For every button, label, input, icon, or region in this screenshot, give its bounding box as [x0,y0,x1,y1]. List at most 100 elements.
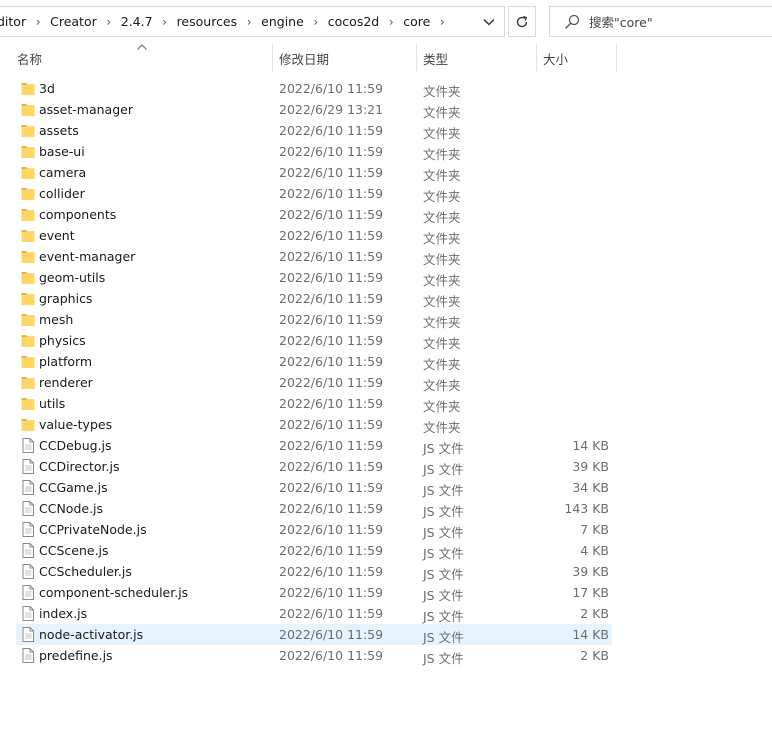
file-date: 2022/6/10 11:59 [279,270,384,285]
file-name: event-manager [39,249,136,264]
file-date: 2022/6/10 11:59 [279,417,384,432]
file-icon [21,585,35,600]
breadcrumb-item-version[interactable]: 2.4.7 [120,14,154,29]
search-input[interactable]: 搜索"core" [549,6,772,37]
file-date: 2022/6/10 11:59 [279,543,384,558]
file-row[interactable]: CCDebug.js 2022/6/10 11:59 JS 文件 14 KB [16,435,612,456]
column-divider[interactable] [416,44,417,72]
folder-row[interactable]: components 2022/6/10 11:59 文件夹 [16,204,612,225]
file-size: 2 KB [580,606,609,621]
refresh-icon [516,15,528,27]
breadcrumb-separator-icon[interactable]: › [27,15,49,29]
folder-row[interactable]: physics 2022/6/10 11:59 文件夹 [16,330,612,351]
folder-icon [21,291,35,306]
file-size: 39 KB [572,564,609,579]
file-date: 2022/6/10 11:59 [279,354,384,369]
breadcrumb-separator-icon[interactable]: › [431,15,453,29]
file-row[interactable]: component-scheduler.js 2022/6/10 11:59 JS … [16,582,612,603]
file-date: 2022/6/10 11:59 [279,228,384,243]
folder-row[interactable]: asset-manager 2022/6/29 13:21 文件夹 [16,99,612,120]
folder-row[interactable]: graphics 2022/6/10 11:59 文件夹 [16,288,612,309]
refresh-button[interactable] [508,6,536,37]
file-date: 2022/6/10 11:59 [279,606,384,621]
chevron-down-icon [483,18,495,25]
file-name: base-ui [39,144,85,159]
folder-row[interactable]: camera 2022/6/10 11:59 文件夹 [16,162,612,183]
file-icon [21,501,35,516]
file-size: 17 KB [572,585,609,600]
file-icon [21,648,35,663]
file-date: 2022/6/29 13:21 [279,102,384,117]
file-name: collider [39,186,85,201]
file-type: JS 文件 [423,546,464,561]
file-row[interactable]: CCGame.js 2022/6/10 11:59 JS 文件 34 KB [16,477,612,498]
folder-icon [21,228,35,243]
file-name: physics [39,333,86,348]
folder-icon [21,417,35,432]
folder-icon [21,249,35,264]
file-name: index.js [39,606,88,621]
folder-row[interactable]: renderer 2022/6/10 11:59 文件夹 [16,372,612,393]
column-header-date[interactable]: 修改日期 [279,44,329,72]
file-type: 文件夹 [423,147,461,162]
folder-row[interactable]: event 2022/6/10 11:59 文件夹 [16,225,612,246]
file-type: JS 文件 [423,588,464,603]
breadcrumb-item-resources[interactable]: resources [176,14,239,29]
folder-row[interactable]: base-ui 2022/6/10 11:59 文件夹 [16,141,612,162]
file-date: 2022/6/10 11:59 [279,438,384,453]
file-type: 文件夹 [423,105,461,120]
folder-row[interactable]: assets 2022/6/10 11:59 文件夹 [16,120,612,141]
file-date: 2022/6/10 11:59 [279,648,384,663]
file-size: 14 KB [572,438,609,453]
file-name: CCGame.js [39,480,108,495]
breadcrumb-separator-icon[interactable]: › [238,15,260,29]
file-type: 文件夹 [423,336,461,351]
breadcrumb-separator-icon[interactable]: › [380,15,402,29]
folder-row[interactable]: 3d 2022/6/10 11:59 文件夹 [16,78,612,99]
breadcrumb-item-cocos2d[interactable]: cocos2d [327,14,380,29]
folder-row[interactable]: collider 2022/6/10 11:59 文件夹 [16,183,612,204]
folder-row[interactable]: event-manager 2022/6/10 11:59 文件夹 [16,246,612,267]
breadcrumb-separator-icon[interactable]: › [98,15,120,29]
address-history-button[interactable] [474,7,504,36]
file-icon [21,438,35,453]
breadcrumb-separator-icon[interactable]: › [305,15,327,29]
address-bar[interactable]: ditor › Creator › 2.4.7 › resources › en… [0,6,505,37]
file-row[interactable]: CCPrivateNode.js 2022/6/10 11:59 JS 文件 7 KB [16,519,612,540]
file-type: 文件夹 [423,315,461,330]
folder-row[interactable]: platform 2022/6/10 11:59 文件夹 [16,351,612,372]
file-date: 2022/6/10 11:59 [279,81,384,96]
column-divider[interactable] [536,44,537,72]
file-size: 7 KB [580,522,609,537]
column-divider[interactable] [616,44,617,72]
file-row[interactable]: CCDirector.js 2022/6/10 11:59 JS 文件 39 KB [16,456,612,477]
column-divider[interactable] [272,44,273,72]
file-name: mesh [39,312,74,327]
file-row[interactable]: CCNode.js 2022/6/10 11:59 JS 文件 143 KB [16,498,612,519]
file-type: 文件夹 [423,210,461,225]
file-row[interactable]: predefine.js 2022/6/10 11:59 JS 文件 2 KB [16,645,612,666]
file-date: 2022/6/10 11:59 [279,186,384,201]
column-header-type[interactable]: 类型 [423,44,448,72]
file-row[interactable]: node-activator.js 2022/6/10 11:59 JS 文件 14 … [16,624,612,645]
folder-row[interactable]: utils 2022/6/10 11:59 文件夹 [16,393,612,414]
breadcrumb-item-core[interactable]: core [402,14,431,29]
file-type: JS 文件 [423,651,464,666]
file-icon [21,627,35,642]
file-date: 2022/6/10 11:59 [279,375,384,390]
column-header-name[interactable]: 名称 [17,44,42,72]
breadcrumb-separator-icon[interactable]: › [154,15,176,29]
file-date: 2022/6/10 11:59 [279,123,384,138]
file-name: utils [39,396,66,411]
breadcrumb-item-creator[interactable]: Creator [49,14,98,29]
column-header-size[interactable]: 大小 [543,44,568,72]
file-row[interactable]: index.js 2022/6/10 11:59 JS 文件 2 KB [16,603,612,624]
folder-row[interactable]: value-types 2022/6/10 11:59 文件夹 [16,414,612,435]
breadcrumb-item-engine[interactable]: engine [260,14,305,29]
folder-row[interactable]: mesh 2022/6/10 11:59 文件夹 [16,309,612,330]
file-row[interactable]: CCScene.js 2022/6/10 11:59 JS 文件 4 KB [16,540,612,561]
folder-row[interactable]: geom-utils 2022/6/10 11:59 文件夹 [16,267,612,288]
file-type: 文件夹 [423,357,461,372]
breadcrumb-item-editor[interactable]: ditor [0,14,27,29]
file-row[interactable]: CCScheduler.js 2022/6/10 11:59 JS 文件 39 KB [16,561,612,582]
